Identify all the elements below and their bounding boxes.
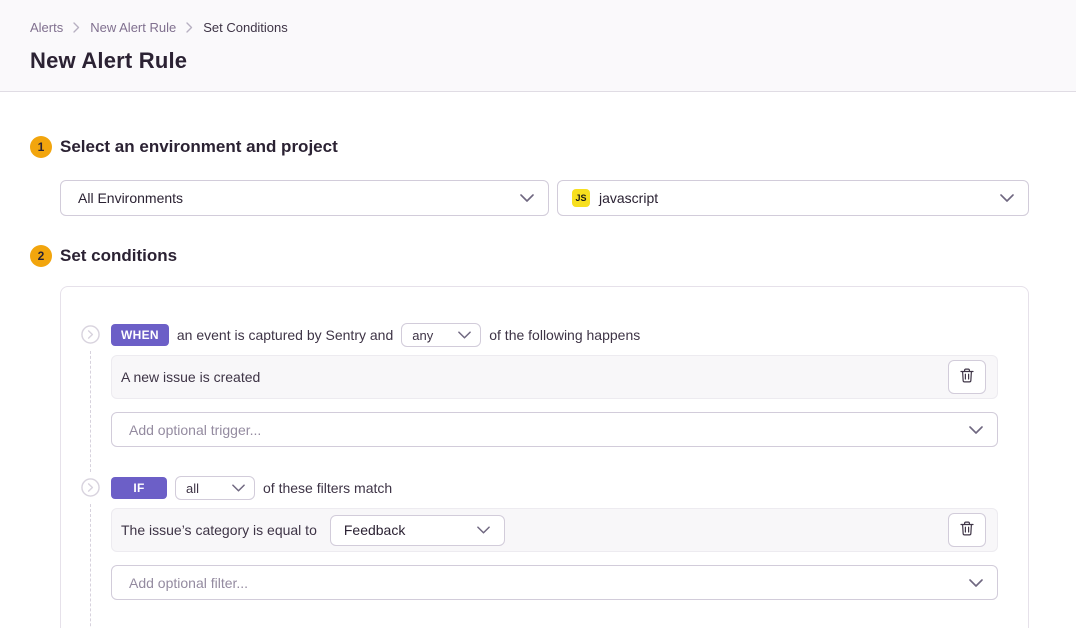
javascript-platform-icon: JS <box>572 189 590 207</box>
if-match-value: all <box>186 481 199 496</box>
if-badge: IF <box>111 477 167 499</box>
filter-value-select[interactable]: Feedback <box>330 515 505 546</box>
environment-select[interactable]: All Environments <box>60 180 549 216</box>
trash-icon <box>960 521 974 539</box>
breadcrumb-new-alert-rule[interactable]: New Alert Rule <box>90 20 176 35</box>
conditions-card: WHEN an event is captured by Sentry and … <box>60 286 1029 628</box>
step-1-heading: 1 Select an environment and project <box>30 136 1029 158</box>
when-text-after: of the following happens <box>489 327 640 343</box>
add-filter-placeholder: Add optional filter... <box>129 575 248 591</box>
add-trigger-placeholder: Add optional trigger... <box>129 422 261 438</box>
chevron-down-icon <box>458 331 471 339</box>
if-match-select[interactable]: all <box>175 476 255 500</box>
page-title: New Alert Rule <box>30 48 1046 74</box>
when-condition-group: WHEN an event is captured by Sentry and … <box>81 323 998 476</box>
chevron-down-icon <box>1000 194 1014 202</box>
add-trigger-select[interactable]: Add optional trigger... <box>111 412 998 447</box>
chevron-down-icon <box>232 484 245 492</box>
step-2-number-badge: 2 <box>30 245 52 267</box>
add-filter-select[interactable]: Add optional filter... <box>111 565 998 600</box>
circle-chevron-right-icon <box>81 478 100 497</box>
circle-chevron-right-icon <box>81 325 100 344</box>
chevron-down-icon <box>969 426 983 434</box>
when-match-value: any <box>412 328 433 343</box>
when-header: WHEN an event is captured by Sentry and … <box>111 323 998 347</box>
environment-select-value: All Environments <box>78 190 183 206</box>
trigger-row-label: A new issue is created <box>121 369 260 385</box>
page-header: Alerts New Alert Rule Set Conditions New… <box>0 0 1076 92</box>
delete-trigger-button[interactable] <box>948 360 986 394</box>
if-text-after: of these filters match <box>263 480 392 496</box>
filter-value: Feedback <box>344 522 405 538</box>
project-select-value: javascript <box>599 190 658 206</box>
filter-row-label: The issue’s category is equal to <box>121 522 317 538</box>
if-condition-group: IF all of these filters match The issue’… <box>81 476 998 628</box>
project-select[interactable]: JS javascript <box>557 180 1029 216</box>
if-handle-column <box>81 476 111 628</box>
step-2-title: Set conditions <box>60 246 177 266</box>
chevron-down-icon <box>969 579 983 587</box>
chevron-right-icon <box>186 22 193 33</box>
chevron-down-icon <box>520 194 534 202</box>
main-content: 1 Select an environment and project All … <box>0 136 1076 628</box>
step-1-number-badge: 1 <box>30 136 52 158</box>
environment-project-row: All Environments JS javascript <box>60 180 1029 216</box>
step-1-title: Select an environment and project <box>60 137 338 157</box>
connector-dashed-line <box>90 351 91 472</box>
trash-icon <box>960 368 974 386</box>
if-header: IF all of these filters match <box>111 476 998 500</box>
when-match-select[interactable]: any <box>401 323 481 347</box>
breadcrumb: Alerts New Alert Rule Set Conditions <box>30 20 1046 35</box>
breadcrumb-set-conditions: Set Conditions <box>203 20 288 35</box>
step-2-heading: 2 Set conditions <box>30 245 1029 267</box>
delete-filter-button[interactable] <box>948 513 986 547</box>
when-text-before: an event is captured by Sentry and <box>177 327 393 343</box>
chevron-down-icon <box>477 526 490 534</box>
connector-dashed-line <box>90 504 91 628</box>
trigger-row: A new issue is created <box>111 355 998 399</box>
chevron-right-icon <box>73 22 80 33</box>
filter-row: The issue’s category is equal to Feedbac… <box>111 508 998 552</box>
when-badge: WHEN <box>111 324 169 346</box>
breadcrumb-alerts[interactable]: Alerts <box>30 20 63 35</box>
when-handle-column <box>81 323 111 476</box>
